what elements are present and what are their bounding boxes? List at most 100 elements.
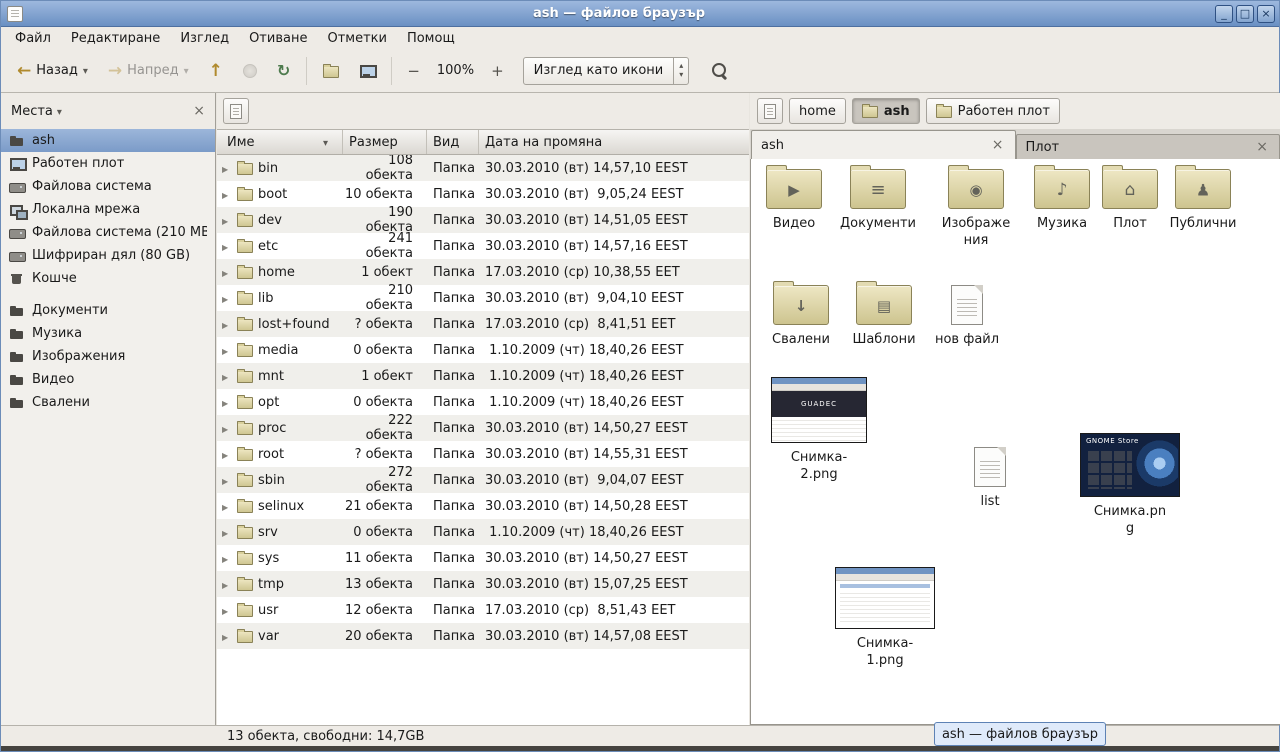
folder-item-public[interactable]: Публични (1165, 169, 1241, 233)
table-row[interactable]: home 1 обект Папка 17.03.2010 (ср) 10,38… (217, 259, 749, 285)
folder-item-pictures[interactable]: Изображения (938, 169, 1014, 250)
location-toggle-button[interactable] (223, 98, 249, 124)
expander-icon[interactable] (222, 629, 232, 644)
stop-button[interactable] (237, 59, 263, 83)
computer-button[interactable] (353, 58, 381, 83)
close-icon[interactable] (193, 104, 205, 119)
breadcrumb-desktop[interactable]: Работен плот (926, 98, 1060, 124)
tab-ash[interactable]: ash (751, 130, 1016, 159)
table-row[interactable]: sys 11 обекта Папка 30.03.2010 (вт) 14,5… (217, 545, 749, 571)
menu-edit[interactable]: Редактиране (61, 29, 170, 48)
expander-icon[interactable] (222, 187, 232, 202)
close-icon[interactable] (1254, 140, 1270, 155)
table-row[interactable]: selinux 21 обекта Папка 30.03.2010 (вт) … (217, 493, 749, 519)
minimize-button[interactable]: _ (1215, 5, 1233, 23)
expander-icon[interactable] (222, 213, 232, 228)
table-row[interactable]: dev 190 обекта Папка 30.03.2010 (вт) 14,… (217, 207, 749, 233)
menu-help[interactable]: Помощ (397, 29, 465, 48)
location-toggle-button[interactable] (757, 98, 783, 124)
table-row[interactable]: media 0 обекта Папка 1.10.2009 (чт) 18,4… (217, 337, 749, 363)
tab-plot[interactable]: Плот (1016, 134, 1280, 159)
image-item-snimka[interactable]: GNOME Store Снимка.png (1079, 433, 1181, 538)
table-row[interactable]: lost+found ? обекта Папка 17.03.2010 (ср… (217, 311, 749, 337)
folder-item-documents[interactable]: Документи (840, 169, 916, 233)
zoom-in-button[interactable]: + (486, 58, 509, 84)
expander-icon[interactable] (222, 551, 232, 566)
expander-icon[interactable] (222, 421, 232, 436)
back-button[interactable]: Назад (11, 56, 94, 86)
sidebar-item[interactable]: Документи (1, 299, 215, 322)
sidebar-item[interactable]: Файлова система (210 MB) (1, 221, 215, 244)
forward-button[interactable]: Напред (102, 56, 195, 86)
sidebar-title-select[interactable]: Места (11, 104, 62, 119)
folder-item-desktop[interactable]: Плот (1092, 169, 1168, 233)
table-row[interactable]: lib 210 обекта Папка 30.03.2010 (вт) 9,0… (217, 285, 749, 311)
column-header-name[interactable]: Име (217, 130, 343, 154)
expander-icon[interactable] (222, 343, 232, 358)
icon-view[interactable]: Видео Документи Изображения Музика Плот … (750, 159, 1280, 725)
table-row[interactable]: root ? обекта Папка 30.03.2010 (вт) 14,5… (217, 441, 749, 467)
up-button[interactable] (203, 56, 229, 86)
sidebar-item[interactable]: Свалени (1, 391, 215, 414)
expander-icon[interactable] (222, 239, 232, 254)
column-header-date[interactable]: Дата на промяна (479, 130, 749, 154)
folder-item-downloads[interactable]: Свалени (763, 285, 839, 349)
expander-icon[interactable] (222, 317, 232, 332)
expander-icon[interactable] (222, 577, 232, 592)
table-row[interactable]: sbin 272 обекта Папка 30.03.2010 (вт) 9,… (217, 467, 749, 493)
spinner-icon[interactable]: ▴▾ (673, 58, 688, 84)
close-icon[interactable] (990, 138, 1006, 153)
sidebar-item[interactable]: Шифриран дял (80 GB) (1, 244, 215, 267)
image-item-snimka-2[interactable]: GUADEC Снимка-2.png (770, 377, 868, 484)
expander-icon[interactable] (222, 603, 232, 618)
taskbar-window-button[interactable]: ash — файлов браузър (934, 722, 1106, 746)
expander-icon[interactable] (222, 447, 232, 462)
table-row[interactable]: etc 241 обекта Папка 30.03.2010 (вт) 14,… (217, 233, 749, 259)
image-item-snimka-1[interactable]: Снимка-1.png (834, 567, 936, 670)
column-header-size[interactable]: Размер (343, 130, 427, 154)
menu-view[interactable]: Изглед (170, 29, 239, 48)
expander-icon[interactable] (222, 265, 232, 280)
table-row[interactable]: bin 108 обекта Папка 30.03.2010 (вт) 14,… (217, 155, 749, 181)
expander-icon[interactable] (222, 395, 232, 410)
expander-icon[interactable] (222, 369, 232, 384)
maximize-button[interactable]: □ (1236, 5, 1254, 23)
breadcrumb-home[interactable]: home (789, 98, 846, 124)
sidebar-item[interactable]: Изображения (1, 345, 215, 368)
expander-icon[interactable] (222, 499, 232, 514)
table-row[interactable]: boot 10 обекта Папка 30.03.2010 (вт) 9,0… (217, 181, 749, 207)
folder-item-music[interactable]: Музика (1024, 169, 1100, 233)
search-button[interactable] (697, 57, 735, 85)
expander-icon[interactable] (222, 291, 232, 306)
sidebar-item[interactable]: Локална мрежа (1, 198, 215, 221)
breadcrumb-ash[interactable]: ash (852, 98, 920, 124)
file-item-new-file[interactable]: нов файл (929, 285, 1005, 349)
menu-file[interactable]: Файл (5, 29, 61, 48)
zoom-out-button[interactable]: − (402, 58, 425, 84)
sidebar-item[interactable]: Музика (1, 322, 215, 345)
menu-go[interactable]: Отиване (239, 29, 317, 48)
column-header-type[interactable]: Вид (427, 130, 479, 154)
close-button[interactable]: × (1257, 5, 1275, 23)
file-item-list[interactable]: list (960, 447, 1020, 511)
expander-icon[interactable] (222, 473, 232, 488)
sidebar-item[interactable]: Файлова система (1, 175, 215, 198)
sidebar-item[interactable]: Работен плот (1, 152, 215, 175)
table-row[interactable]: var 20 обекта Папка 30.03.2010 (вт) 14,5… (217, 623, 749, 649)
folder-item-video[interactable]: Видео (756, 169, 832, 233)
table-row[interactable]: usr 12 обекта Папка 17.03.2010 (ср) 8,51… (217, 597, 749, 623)
expander-icon[interactable] (222, 161, 232, 176)
folder-item-templates[interactable]: Шаблони (846, 285, 922, 349)
sidebar-item[interactable]: Кошче (1, 267, 215, 290)
table-row[interactable]: proc 222 обекта Папка 30.03.2010 (вт) 14… (217, 415, 749, 441)
home-button[interactable] (317, 59, 345, 83)
sidebar-item[interactable]: ash (1, 129, 215, 152)
table-row[interactable]: opt 0 обекта Папка 1.10.2009 (чт) 18,40,… (217, 389, 749, 415)
reload-button[interactable] (271, 56, 296, 85)
table-row[interactable]: tmp 13 обекта Папка 30.03.2010 (вт) 15,0… (217, 571, 749, 597)
table-row[interactable]: srv 0 обекта Папка 1.10.2009 (чт) 18,40,… (217, 519, 749, 545)
menu-bookmarks[interactable]: Отметки (317, 29, 396, 48)
table-row[interactable]: mnt 1 обект Папка 1.10.2009 (чт) 18,40,2… (217, 363, 749, 389)
chevron-down-icon[interactable] (83, 63, 88, 78)
expander-icon[interactable] (222, 525, 232, 540)
